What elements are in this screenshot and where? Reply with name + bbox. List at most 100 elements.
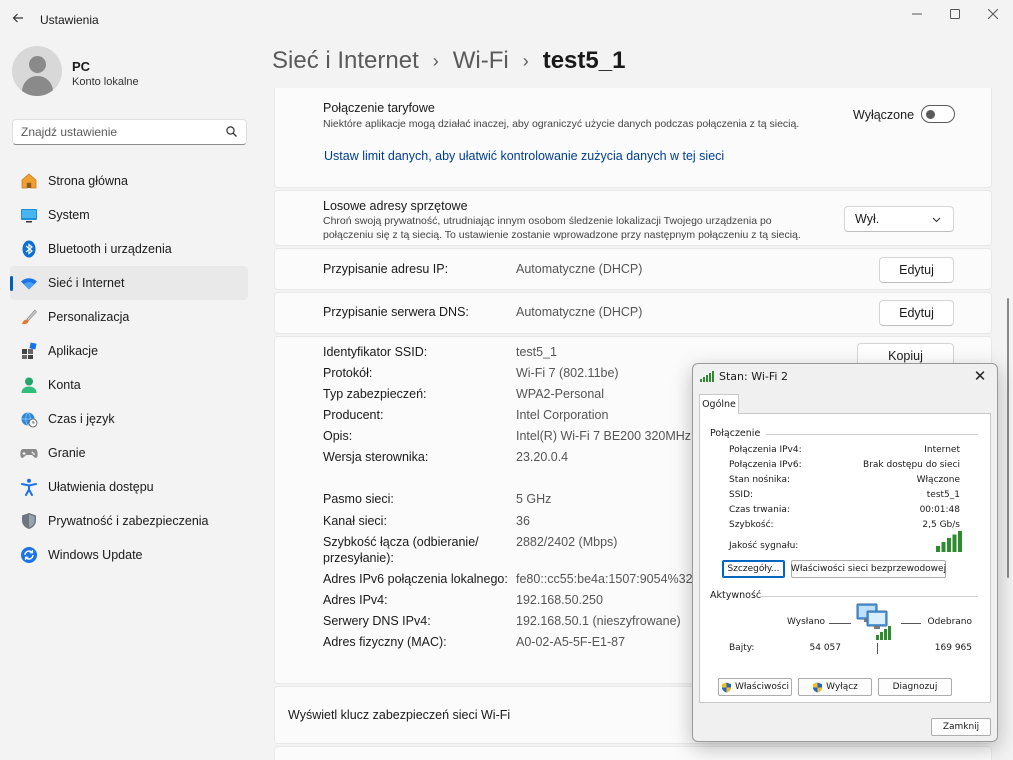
sidebar-item-label: Ułatwienia dostępu xyxy=(48,480,154,494)
status-label: Czas trwania: xyxy=(729,505,790,515)
sidebar-item-label: Konta xyxy=(48,378,81,392)
sidebar-item-label: Personalizacja xyxy=(48,310,130,324)
prop-value: 192.168.50.250 xyxy=(516,593,603,607)
random-hw-title: Losowe adresy sprzętowe xyxy=(323,199,468,213)
search-input[interactable] xyxy=(13,120,213,144)
scrollbar[interactable] xyxy=(1007,298,1009,578)
sidebar-item-bluetooth[interactable]: Bluetooth i urządzenia xyxy=(10,232,248,266)
maximize-icon[interactable] xyxy=(940,4,970,24)
close-window-icon[interactable] xyxy=(978,4,1008,24)
bluetooth-icon xyxy=(22,240,36,258)
status-label: Połączenia IPv6: xyxy=(729,460,802,470)
prop-value: fe80::cc55:be4a:1507:9054%32 xyxy=(516,572,693,586)
breadcrumb-wifi[interactable]: Wi-Fi xyxy=(453,47,509,75)
random-hw-dropdown[interactable]: Wył. xyxy=(844,206,954,232)
prop-label: Adres IPv4: xyxy=(323,593,388,607)
network-computers-icon xyxy=(856,603,891,640)
sidebar-item-label: Sieć i Internet xyxy=(48,276,125,290)
sidebar-item-windows-update[interactable]: Windows Update xyxy=(10,538,248,572)
details-button[interactable]: Szczegóły... xyxy=(722,560,785,578)
prop-label: Szybkość łącza (odbieranie/ xyxy=(323,535,479,549)
bytes-sent-value: 54 057 xyxy=(809,643,842,653)
prop-value: 2882/2402 (Mbps) xyxy=(516,535,618,549)
account-icon xyxy=(21,377,37,393)
back-arrow-icon[interactable] xyxy=(8,8,28,28)
sidebar-item-system[interactable]: System xyxy=(10,198,248,232)
status-value: 00:01:48 xyxy=(919,505,960,515)
dialog-title: Stan: Wi-Fi 2 xyxy=(719,370,788,383)
brush-icon xyxy=(22,309,37,325)
disable-button-label: Wyłącz xyxy=(826,682,858,692)
dns-assignment-label: Przypisanie serwera DNS: xyxy=(323,305,469,319)
search-icon[interactable] xyxy=(226,126,237,137)
prop-label: Opis: xyxy=(323,429,353,443)
sidebar-item-label: Czas i język xyxy=(48,412,115,426)
wireless-properties-button[interactable]: Właściwości sieci bezprzewodowej xyxy=(791,560,946,578)
ip-assignment-label: Przypisanie adresu IP: xyxy=(323,262,449,276)
sidebar-item-label: Bluetooth i urządzenia xyxy=(48,242,172,256)
prop-value: WPA2-Personal xyxy=(516,387,604,401)
app-title: Ustawienia xyxy=(40,13,99,27)
wifi-icon xyxy=(21,278,37,290)
sidebar-item-accounts[interactable]: Konta xyxy=(10,368,248,402)
diagnose-button[interactable]: Diagnozuj xyxy=(878,678,952,696)
sidebar-item-apps[interactable]: Aplikacje xyxy=(10,334,248,368)
close-icon[interactable]: ✕ xyxy=(969,366,991,386)
tab-general[interactable]: Ogólne xyxy=(699,394,739,414)
signal-quality-icon xyxy=(936,531,962,552)
minimize-icon[interactable] xyxy=(902,4,932,24)
prop-value: 192.168.50.1 (nieszyfrowane) xyxy=(516,614,681,628)
prop-label: Serwery DNS IPv4: xyxy=(323,614,431,628)
prop-label: Wersja sterownika: xyxy=(323,450,429,464)
sidebar-item-privacy[interactable]: Prywatność i zabezpieczenia xyxy=(10,504,248,538)
edit-dns-button[interactable]: Edytuj xyxy=(879,300,954,326)
apps-icon xyxy=(22,342,37,359)
sidebar-item-personalization[interactable]: Personalizacja xyxy=(10,300,248,334)
prop-label: przesyłanie): xyxy=(323,551,394,565)
sidebar-nav: Strona główna System Bluetooth i urządze… xyxy=(10,164,248,572)
chevron-right-icon: › xyxy=(522,50,529,71)
sidebar-item-network[interactable]: Sieć i Internet xyxy=(10,266,248,300)
shield-icon xyxy=(22,513,36,529)
system-icon xyxy=(21,209,37,223)
prop-label: Adres IPv6 połączenia lokalnego: xyxy=(323,572,508,586)
ip-assignment-value: Automatyczne (DHCP) xyxy=(516,262,643,276)
prop-value: Intel Corporation xyxy=(516,408,609,422)
metered-toggle[interactable] xyxy=(921,105,955,123)
random-hw-selected: Wył. xyxy=(855,212,880,226)
disable-button[interactable]: Wyłącz xyxy=(798,678,872,696)
sidebar-item-accessibility[interactable]: Ułatwienia dostępu xyxy=(10,470,248,504)
edit-ip-button[interactable]: Edytuj xyxy=(879,257,954,283)
breadcrumb-network[interactable]: Sieć i Internet xyxy=(272,47,419,75)
bytes-received-value: 169 965 xyxy=(934,643,972,653)
breadcrumb: Sieć i Internet › Wi-Fi › test5_1 xyxy=(272,47,625,75)
avatar[interactable] xyxy=(12,46,62,96)
signal-quality-label: Jakość sygnału: xyxy=(729,541,799,551)
sidebar-item-time-language[interactable]: Czas i język xyxy=(10,402,248,436)
dns-assignment-value: Automatyczne (DHCP) xyxy=(516,305,643,319)
activity-group-label: Aktywność xyxy=(710,590,762,601)
page-title: test5_1 xyxy=(542,47,626,74)
sidebar-item-home[interactable]: Strona główna xyxy=(10,164,248,198)
close-button[interactable]: Zamknij xyxy=(931,718,991,736)
signal-bars-icon xyxy=(700,371,714,382)
chevron-right-icon: › xyxy=(432,50,439,71)
search-box[interactable] xyxy=(12,119,247,145)
sidebar-item-gaming[interactable]: Granie xyxy=(10,436,248,470)
metered-description: Niektóre aplikacje mogą działać inaczej,… xyxy=(323,118,800,130)
prop-label: Pasmo sieci: xyxy=(323,492,394,506)
prop-value: A0-02-A5-5F-E1-87 xyxy=(516,635,626,649)
received-label: Odebrano xyxy=(927,617,972,627)
properties-button-label: Właściwości xyxy=(734,682,790,692)
uac-shield-icon xyxy=(721,682,731,692)
user-name: PC xyxy=(72,59,91,74)
random-hw-description: Chroń swoją prywatność, utrudniając inny… xyxy=(323,215,801,241)
status-label: Stan nośnika: xyxy=(729,475,791,485)
prop-value: 23.20.0.4 xyxy=(516,450,569,464)
home-icon xyxy=(21,173,37,189)
globe-clock-icon xyxy=(21,412,38,428)
properties-button[interactable]: Właściwości xyxy=(718,678,792,696)
data-limit-link[interactable]: Ustaw limit danych, aby ułatwić kontrolo… xyxy=(324,149,724,163)
sidebar-item-label: Aplikacje xyxy=(48,344,99,358)
status-label: Połączenia IPv4: xyxy=(729,445,802,455)
